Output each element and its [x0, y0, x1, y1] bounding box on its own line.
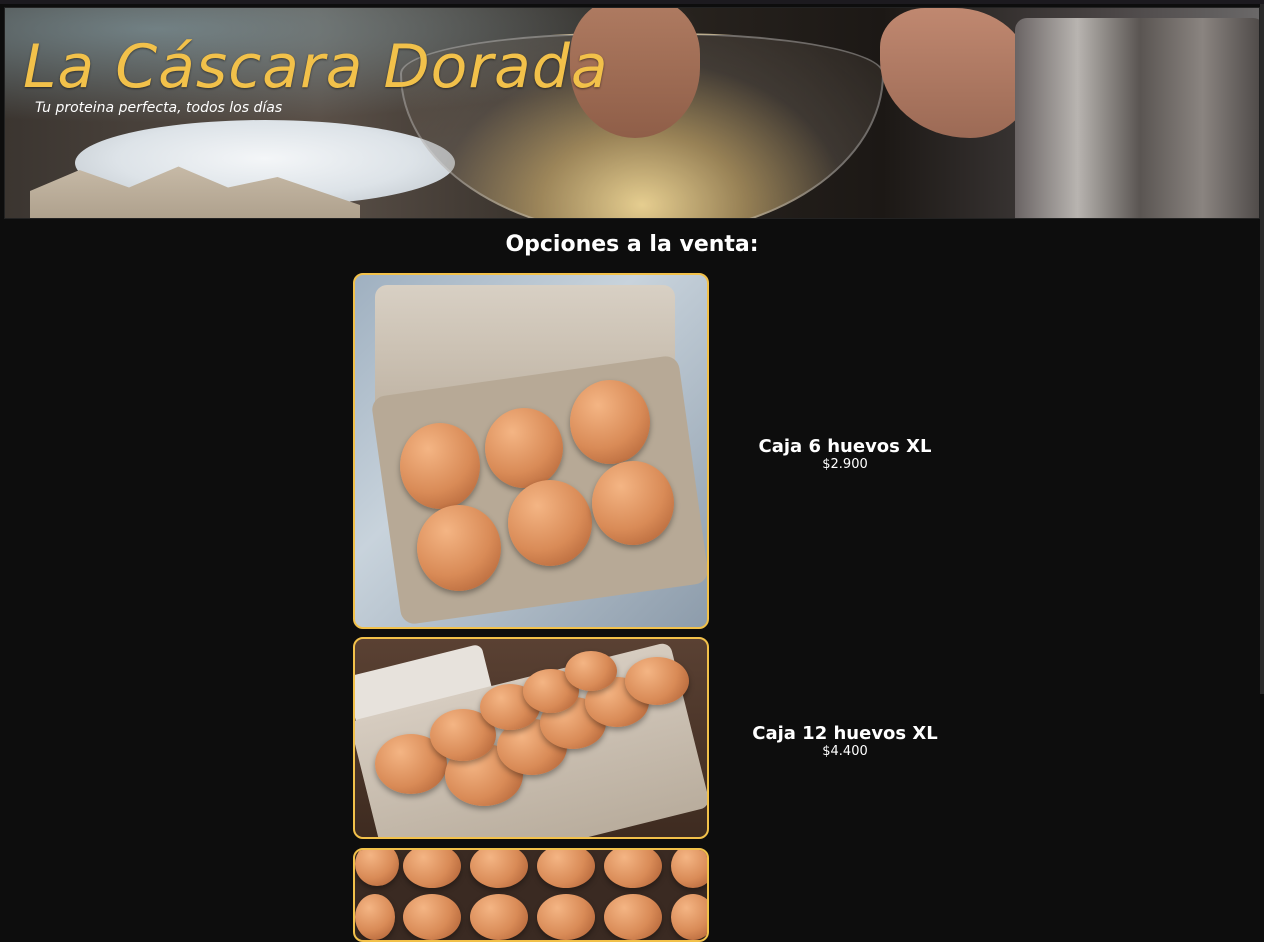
- window-top-bar: [0, 0, 1264, 4]
- egg: [570, 380, 650, 464]
- egg: [537, 850, 595, 888]
- egg: [355, 894, 395, 940]
- banner-pot: [1015, 18, 1259, 218]
- egg: [508, 480, 592, 566]
- egg: [625, 657, 689, 705]
- egg: [671, 850, 707, 888]
- product-info-12-eggs: Caja 12 huevos XL $4.400: [735, 723, 955, 759]
- egg: [355, 850, 399, 886]
- product-image-12-eggs[interactable]: [353, 637, 709, 839]
- egg: [604, 894, 662, 940]
- egg: [671, 894, 707, 940]
- egg: [537, 894, 595, 940]
- product-image-tray[interactable]: [353, 848, 709, 942]
- egg: [592, 461, 674, 545]
- scrollbar[interactable]: [1260, 4, 1264, 694]
- section-title: Opciones a la venta:: [505, 232, 759, 257]
- product-price: $4.400: [822, 744, 868, 759]
- product-name: Caja 12 huevos XL: [752, 723, 938, 744]
- product-info-6-eggs: Caja 6 huevos XL $2.900: [735, 436, 955, 472]
- egg: [470, 894, 528, 940]
- product-price: $2.900: [822, 457, 868, 472]
- banner-image: La Cáscara Dorada Tu proteina perfecta, …: [4, 7, 1260, 219]
- egg: [417, 505, 501, 591]
- egg: [565, 651, 617, 691]
- site-title: La Cáscara Dorada: [23, 32, 609, 102]
- egg: [604, 850, 662, 888]
- site-tagline: Tu proteina perfecta, todos los días: [35, 100, 283, 116]
- egg: [403, 894, 461, 940]
- egg: [485, 408, 563, 488]
- product-image-6-eggs[interactable]: [353, 273, 709, 629]
- egg: [400, 423, 480, 509]
- egg: [470, 850, 528, 888]
- product-name: Caja 6 huevos XL: [758, 436, 932, 457]
- egg: [403, 850, 461, 888]
